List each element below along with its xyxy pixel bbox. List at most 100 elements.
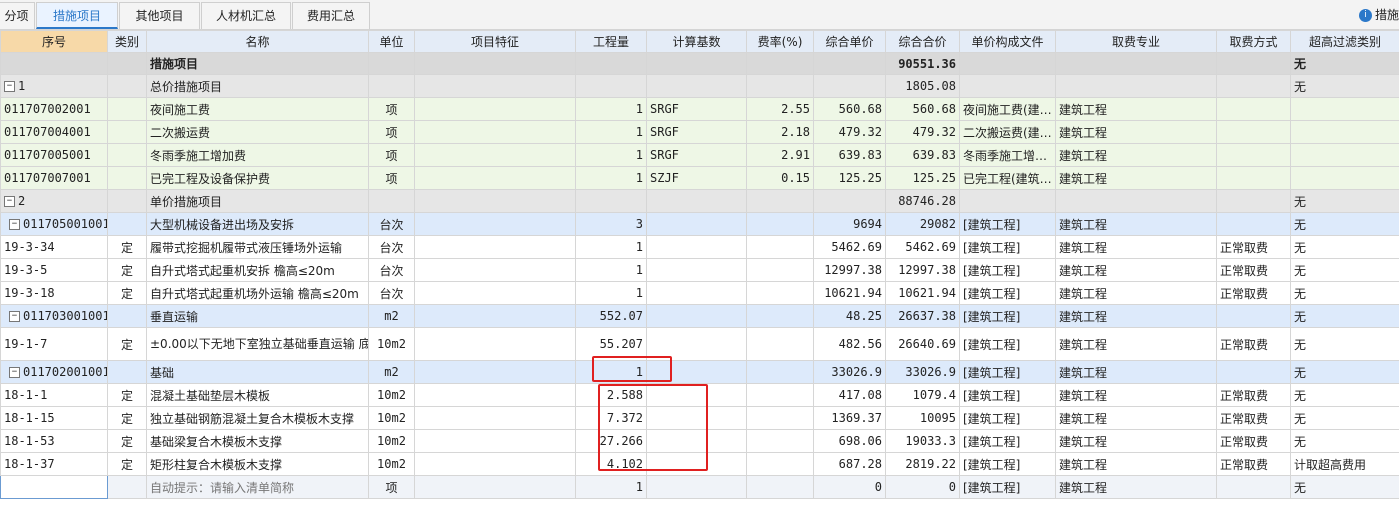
cell-height-filter[interactable]: 无 (1290, 383, 1399, 407)
cell-feature[interactable] (414, 304, 576, 328)
cell-name[interactable]: 已完工程及设备保护费 (146, 166, 369, 190)
cell-name[interactable]: 矩形柱复合木模板木支撑 (146, 452, 369, 476)
cell-calc-base[interactable] (646, 429, 747, 453)
cell-feature[interactable] (414, 475, 576, 499)
table-row[interactable]: 19-3-18 定 自升式塔式起重机场外运输 檐高≤20m 台次 1 10621… (0, 281, 1399, 305)
cell-rate[interactable] (746, 212, 814, 236)
table-row[interactable]: 011707005001 冬雨季施工增加费 项 1 SRGF 2.91 639.… (0, 143, 1399, 167)
cell-name[interactable]: 自升式塔式起重机安拆 檐高≤20m (146, 258, 369, 282)
cell-rate[interactable] (746, 281, 814, 305)
cell-fee-method[interactable]: 正常取费 (1216, 406, 1291, 430)
cell-total-price[interactable]: 12997.38 (885, 258, 960, 282)
cell-height-filter[interactable]: 无 (1290, 327, 1399, 361)
cell-unit-price[interactable]: 33026.9 (813, 360, 886, 384)
cell-rate[interactable]: 2.55 (746, 97, 814, 121)
cell-type[interactable]: 定 (107, 235, 147, 259)
cell-price-doc[interactable]: [建筑工程] (959, 281, 1056, 305)
cell-total-price[interactable]: 125.25 (885, 166, 960, 190)
col-header-unit[interactable]: 单位 (368, 30, 415, 53)
cell-feature[interactable] (414, 327, 576, 361)
cell-seq[interactable]: 011702001001 (23, 365, 107, 379)
cell-type[interactable]: 定 (107, 258, 147, 282)
table-row-measures-root[interactable]: 措施项目 90551.36 无 (0, 52, 1399, 75)
cell-calc-base[interactable] (646, 52, 747, 75)
cell-feature[interactable] (414, 383, 576, 407)
cell-rate[interactable] (746, 429, 814, 453)
cell-height-filter[interactable] (1290, 143, 1399, 167)
cell-fee-specialty[interactable]: 建筑工程 (1055, 475, 1217, 499)
cell-quantity[interactable] (575, 52, 647, 75)
cell-fee-method[interactable] (1216, 120, 1291, 144)
cell-type[interactable] (107, 360, 147, 384)
cell-rate[interactable] (746, 406, 814, 430)
cell-price-doc[interactable]: [建筑工程] (959, 212, 1056, 236)
cell-price-doc[interactable]: 夜间施工费(建… (959, 97, 1056, 121)
table-row-category[interactable]: −011703001001 垂直运输 m2 552.07 48.25 26637… (0, 304, 1399, 328)
cell-fee-specialty[interactable] (1055, 74, 1217, 98)
cell-unit[interactable] (368, 52, 415, 75)
cell-unit[interactable]: 10m2 (368, 452, 415, 476)
table-row[interactable]: 011707007001 已完工程及设备保护费 项 1 SZJF 0.15 12… (0, 166, 1399, 190)
cell-rate[interactable] (746, 235, 814, 259)
tab-cost-summary[interactable]: 费用汇总 (292, 2, 370, 29)
cell-name[interactable]: 措施项目 (146, 52, 369, 75)
table-row-group-1[interactable]: −1 总价措施项目 1805.08 无 (0, 74, 1399, 98)
cell-total-price[interactable]: 26637.38 (885, 304, 960, 328)
cell-total-price[interactable]: 29082 (885, 212, 960, 236)
cell-feature[interactable] (414, 429, 576, 453)
new-entry-seq-input[interactable] (0, 475, 108, 499)
cell-feature[interactable] (414, 189, 576, 213)
cell-type[interactable] (107, 475, 147, 499)
cell-height-filter[interactable] (1290, 166, 1399, 190)
cell-rate[interactable] (746, 304, 814, 328)
cell-rate[interactable] (746, 327, 814, 361)
cell-fee-method[interactable] (1216, 52, 1291, 75)
cell-name[interactable]: 基础梁复合木模板木支撑 (146, 429, 369, 453)
cell-height-filter[interactable]: 无 (1290, 429, 1399, 453)
cell-calc-base[interactable] (646, 189, 747, 213)
cell-rate[interactable] (746, 189, 814, 213)
cell-price-doc[interactable]: 已完工程(建筑… (959, 166, 1056, 190)
col-header-feature[interactable]: 项目特征 (414, 30, 576, 53)
cell-unit-price[interactable] (813, 74, 886, 98)
cell-type[interactable] (107, 189, 147, 213)
col-header-name[interactable]: 名称 (146, 30, 369, 53)
col-header-unit-price[interactable]: 综合单价 (813, 30, 886, 53)
cell-feature[interactable] (414, 452, 576, 476)
cell-rate[interactable] (746, 360, 814, 384)
cell-fee-method[interactable] (1216, 304, 1291, 328)
col-header-calc-base[interactable]: 计算基数 (646, 30, 747, 53)
cell-calc-base[interactable] (646, 74, 747, 98)
cell-unit-price[interactable]: 687.28 (813, 452, 886, 476)
cell-feature[interactable] (414, 235, 576, 259)
cell-price-doc[interactable]: [建筑工程] (959, 360, 1056, 384)
cell-price-doc[interactable]: [建筑工程] (959, 429, 1056, 453)
cell-name[interactable]: 二次搬运费 (146, 120, 369, 144)
table-row[interactable]: 18-1-53 定 基础梁复合木模板木支撑 10m2 27.266 698.06… (0, 429, 1399, 453)
cell-seq[interactable]: 18-1-53 (0, 429, 108, 453)
cell-height-filter[interactable] (1290, 97, 1399, 121)
cell-quantity[interactable]: 55.207 (575, 327, 647, 361)
cell-name[interactable]: 冬雨季施工增加费 (146, 143, 369, 167)
cell-fee-specialty[interactable]: 建筑工程 (1055, 143, 1217, 167)
cell-seq[interactable]: 2 (18, 194, 25, 208)
cell-fee-specialty[interactable]: 建筑工程 (1055, 304, 1217, 328)
collapse-toggle-icon[interactable]: − (9, 311, 20, 322)
cell-name[interactable]: 基础 (146, 360, 369, 384)
table-row[interactable]: 18-1-37 定 矩形柱复合木模板木支撑 10m2 4.102 687.28 … (0, 452, 1399, 476)
cell-name[interactable]: 自升式塔式起重机场外运输 檐高≤20m (146, 281, 369, 305)
cell-calc-base[interactable] (646, 383, 747, 407)
cell-fee-specialty[interactable]: 建筑工程 (1055, 327, 1217, 361)
cell-type[interactable]: 定 (107, 429, 147, 453)
cell-fee-specialty[interactable]: 建筑工程 (1055, 258, 1217, 282)
cell-fee-specialty[interactable]: 建筑工程 (1055, 406, 1217, 430)
cell-calc-base[interactable] (646, 360, 747, 384)
cell-seq[interactable]: 19-3-18 (0, 281, 108, 305)
table-row-group-2[interactable]: −2 单价措施项目 88746.28 无 (0, 189, 1399, 213)
cell-calc-base[interactable] (646, 235, 747, 259)
cell-price-doc[interactable]: [建筑工程] (959, 304, 1056, 328)
cell-quantity[interactable]: 1 (575, 281, 647, 305)
cell-fee-method[interactable] (1216, 74, 1291, 98)
cell-unit[interactable]: 台次 (368, 258, 415, 282)
cell-price-doc[interactable] (959, 189, 1056, 213)
